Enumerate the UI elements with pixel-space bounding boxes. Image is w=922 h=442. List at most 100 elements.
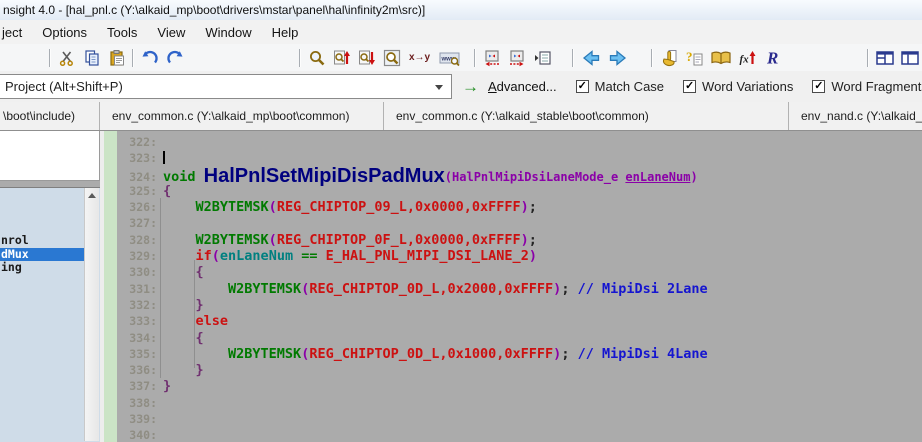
code-token: // MipiDsi 2Lane: [578, 281, 708, 297]
window-split-icon: [876, 49, 894, 67]
line-number: 323:: [117, 150, 157, 166]
r-logo-button[interactable]: R: [763, 48, 787, 68]
checkbox-match-case[interactable]: ✓Match Case: [576, 79, 664, 94]
line-content: W2BYTEMSK(REG_CHIPTOP_0D_L,0x1000,0xFFFF…: [163, 346, 708, 362]
symbol-list-item[interactable]: ing: [0, 261, 84, 275]
window-layout-icon: [901, 49, 919, 67]
cut-button[interactable]: [57, 48, 77, 68]
symbol-filter-input[interactable]: [0, 131, 100, 181]
search-results-button[interactable]: [532, 48, 552, 68]
line-number: 325:: [117, 183, 157, 199]
scroll-up-button[interactable]: [85, 188, 99, 203]
checkbox-icon[interactable]: ✓: [812, 80, 825, 93]
search-input[interactable]: Project (Alt+Shift+P): [0, 74, 452, 99]
line-number: 322:: [117, 134, 157, 150]
checkbox-icon[interactable]: ✓: [576, 80, 589, 93]
context-help-button[interactable]: ?: [684, 48, 704, 68]
code-token: {: [196, 264, 204, 280]
paste-icon: [108, 49, 126, 67]
file-tab-1[interactable]: \boot\include): [0, 102, 100, 130]
code-token: ;: [561, 281, 577, 297]
code-token: enLaneNum: [625, 170, 690, 184]
line-number: 329:: [117, 248, 157, 264]
redo-button[interactable]: [165, 48, 185, 68]
menu-item-tools[interactable]: Tools: [97, 22, 147, 43]
code-token: ;: [529, 232, 537, 248]
function-up-button[interactable]: fx: [738, 48, 758, 68]
menu-item-options[interactable]: Options: [32, 22, 97, 43]
toolbar-separator: [651, 49, 653, 67]
browse-symbol-button[interactable]: [659, 48, 679, 68]
chevron-down-icon[interactable]: [435, 85, 443, 90]
checkbox-word-variations[interactable]: ✓Word Variations: [683, 79, 793, 94]
replace-files-forward-button[interactable]: [507, 48, 527, 68]
code-token: REG_CHIPTOP_0D_L,0x1000,0xFFFF: [309, 346, 553, 362]
code-token: }: [163, 378, 171, 394]
code-line: 333: else: [117, 313, 922, 329]
indent-guide: [194, 260, 195, 368]
code-line: 335: W2BYTEMSK(REG_CHIPTOP_0D_L,0x1000,0…: [117, 346, 922, 362]
code-token: [163, 313, 196, 329]
symbol-list-item[interactable]: nrol: [0, 234, 84, 248]
copy-button[interactable]: [82, 48, 102, 68]
file-tab-3[interactable]: env_common.c (Y:\alkaid_stable\boot\comm…: [384, 102, 789, 130]
code-line: 332: }: [117, 297, 922, 313]
search-files-icon: [383, 49, 401, 67]
search-button[interactable]: [307, 48, 327, 68]
replace-button[interactable]: x→y: [407, 48, 433, 68]
go-back-button[interactable]: [580, 48, 602, 68]
code-token: ==: [301, 248, 317, 264]
code-token: HalPnlSetMipiDisPadMux: [204, 165, 445, 187]
code-line: 336: }: [117, 362, 922, 378]
search-web-icon: www: [439, 49, 461, 67]
undo-button[interactable]: [140, 48, 160, 68]
replace-files-back-icon: [483, 49, 501, 67]
code-line: 339:: [117, 411, 922, 427]
references-button[interactable]: [709, 48, 733, 68]
menu-item-help[interactable]: Help: [262, 22, 309, 43]
checkbox-label: Word Fragments: [831, 79, 922, 94]
code-editor[interactable]: 322:323:324:void HalPnlSetMipiDisPadMux(…: [117, 131, 922, 442]
paste-button[interactable]: [107, 48, 127, 68]
code-line: 328: W2BYTEMSK(REG_CHIPTOP_0F_L,0x0000,0…: [117, 232, 922, 248]
code-token: [163, 362, 196, 378]
search-icon: [308, 49, 326, 67]
code-token: HalPnlMipiDsiLaneMode_e: [452, 170, 625, 184]
file-tab-4[interactable]: env_nand.c (Y:\alkaid_mp\boot\common: [789, 102, 922, 130]
menu-item-ject[interactable]: ject: [0, 22, 32, 43]
toolbar-separator: [867, 49, 869, 67]
code-token: [163, 297, 196, 313]
svg-text:?: ?: [686, 49, 693, 64]
code-token: // MipiDsi 4Lane: [578, 346, 708, 362]
line-number: 335:: [117, 346, 157, 362]
search-forward-button[interactable]: [357, 48, 377, 68]
window-layout-button[interactable]: [900, 48, 920, 68]
file-tab-2[interactable]: env_common.c (Y:\alkaid_mp\boot\common): [100, 102, 384, 130]
code-token: E_HAL_PNL_MIPI_DSI_LANE_2: [326, 248, 529, 264]
symbol-list-scrollbar[interactable]: [84, 188, 99, 441]
menu-item-view[interactable]: View: [147, 22, 195, 43]
code-token: W2BYTEMSK: [228, 346, 301, 362]
code-token: }: [196, 362, 204, 378]
replace-files-back-button[interactable]: [482, 48, 502, 68]
search-backward-icon: [333, 49, 351, 67]
replace-icon: x→y: [409, 52, 430, 63]
window-split-button[interactable]: [875, 48, 895, 68]
code-token: {: [196, 330, 204, 346]
search-backward-button[interactable]: [332, 48, 352, 68]
advanced-button[interactable]: Advanced...: [488, 79, 557, 94]
search-files-button[interactable]: [382, 48, 402, 68]
search-web-button[interactable]: www: [438, 48, 462, 68]
checkbox-icon[interactable]: ✓: [683, 80, 696, 93]
toolbar-separator: [299, 49, 301, 67]
search-go-button[interactable]: →: [462, 78, 479, 95]
code-token: W2BYTEMSK: [228, 281, 301, 297]
go-forward-button[interactable]: [607, 48, 629, 68]
code-token: {: [163, 183, 171, 199]
code-token: [163, 346, 228, 362]
code-line: 329: if(enLaneNum == E_HAL_PNL_MIPI_DSI_…: [117, 248, 922, 264]
symbol-list-item[interactable]: dMux: [0, 248, 84, 262]
checkbox-word-fragments[interactable]: ✓ Word Fragments: [812, 79, 922, 94]
menu-item-window[interactable]: Window: [195, 22, 261, 43]
code-token: REG_CHIPTOP_0F_L,0x0000,0xFFFF: [277, 232, 521, 248]
